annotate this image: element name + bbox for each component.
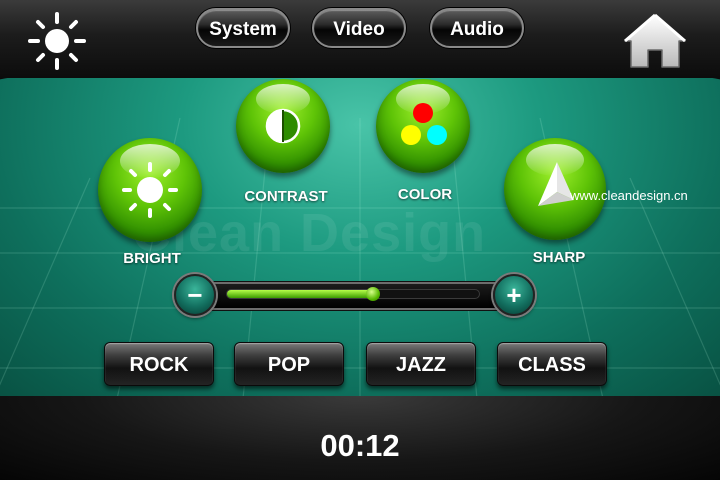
preset-rock-button[interactable]: ROCK xyxy=(104,342,214,386)
bright-label: BRIGHT xyxy=(123,250,181,267)
contrast-control[interactable] xyxy=(236,79,332,175)
contrast-half-circle-icon xyxy=(265,108,301,144)
website-url: www.cleandesign.cn xyxy=(570,188,688,203)
sun-icon xyxy=(122,162,178,218)
color-label: COLOR xyxy=(397,186,453,203)
tab-system[interactable]: System xyxy=(196,8,290,48)
bright-control[interactable] xyxy=(98,138,204,244)
tab-video[interactable]: Video xyxy=(312,8,406,48)
rgb-dots-icon xyxy=(401,103,447,145)
color-control[interactable] xyxy=(376,79,472,175)
decrease-button[interactable]: − xyxy=(174,274,216,316)
yellow-dot xyxy=(401,125,421,145)
preset-class-button[interactable]: CLASS xyxy=(497,342,607,386)
preset-jazz-button[interactable]: JAZZ xyxy=(366,342,476,386)
tab-audio[interactable]: Audio xyxy=(430,8,524,48)
preset-pop-button[interactable]: POP xyxy=(234,342,344,386)
red-dot xyxy=(413,103,433,123)
video-settings-screen: Clean Design System Video Audio BRIGHT C… xyxy=(0,0,720,480)
settings-sun-button[interactable] xyxy=(26,10,88,72)
contrast-label: CONTRAST xyxy=(244,188,328,205)
increase-button[interactable]: + xyxy=(493,274,535,316)
clock-time: 00:12 xyxy=(320,428,400,463)
adjust-slider-groove[interactable] xyxy=(226,289,480,299)
adjust-slider-fill xyxy=(227,290,374,298)
sun-icon xyxy=(28,12,86,70)
home-icon xyxy=(624,13,686,68)
home-button[interactable] xyxy=(622,12,688,70)
sharp-label: SHARP xyxy=(532,249,586,266)
cyan-dot xyxy=(427,125,447,145)
